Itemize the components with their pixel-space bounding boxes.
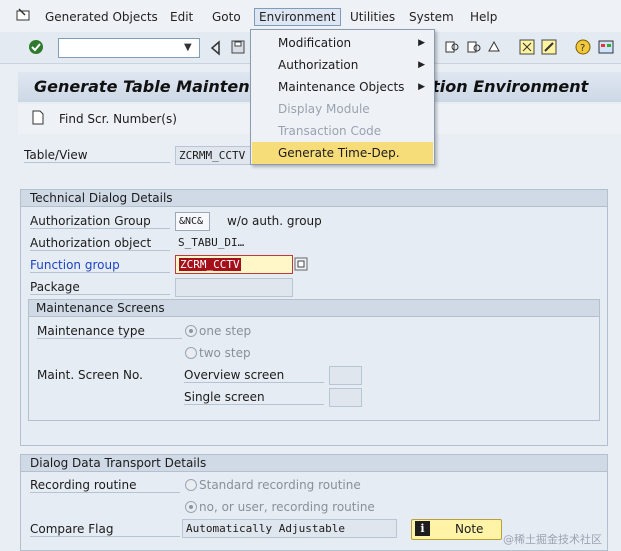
layout-icon[interactable] bbox=[598, 39, 614, 55]
menu-utilities[interactable]: Utilities bbox=[350, 10, 395, 24]
overview-screen-field bbox=[329, 366, 362, 385]
authorization-object-value: S_TABU_DI… bbox=[178, 236, 245, 249]
submenu-arrow-icon: ▶ bbox=[418, 60, 425, 70]
shortcut-icon[interactable] bbox=[519, 39, 535, 55]
table-view-label: Table/View bbox=[24, 148, 170, 163]
single-screen-field bbox=[329, 388, 362, 407]
menu-item-maintenance-objects-label: Maintenance Objects bbox=[278, 80, 405, 94]
menu-help[interactable]: Help bbox=[470, 10, 497, 24]
function-group-label[interactable]: Function group bbox=[30, 258, 170, 273]
menu-item-generate-time-dep-label: Generate Time-Dep. bbox=[278, 146, 400, 160]
chevron-down-icon[interactable]: ▼ bbox=[184, 42, 192, 53]
find-screen-number-button[interactable]: Find Scr. Number(s) bbox=[59, 112, 177, 126]
technical-dialog-header: Technical Dialog Details bbox=[21, 190, 607, 207]
authorization-object-label: Authorization object bbox=[30, 236, 170, 251]
standard-recording-label: Standard recording routine bbox=[199, 478, 361, 492]
menu-goto[interactable]: Goto bbox=[212, 10, 241, 24]
single-screen-label: Single screen bbox=[184, 390, 324, 405]
command-field[interactable] bbox=[58, 38, 200, 58]
save-icon[interactable] bbox=[230, 39, 246, 55]
find-next-icon[interactable] bbox=[466, 39, 482, 55]
menu-item-display-module-label: Display Module bbox=[278, 102, 370, 116]
two-step-label: two step bbox=[199, 346, 251, 360]
overview-screen-label: Overview screen bbox=[184, 368, 324, 383]
note-button-label[interactable]: Note bbox=[455, 522, 483, 536]
maintenance-type-label: Maintenance type bbox=[37, 324, 182, 339]
authorization-group-description: w/o auth. group bbox=[227, 214, 322, 228]
enter-icon[interactable] bbox=[28, 39, 44, 55]
back-icon[interactable] bbox=[208, 40, 224, 56]
package-label: Package bbox=[30, 280, 170, 295]
maintenance-screens-header: Maintenance Screens bbox=[29, 300, 599, 317]
menu-generated-objects[interactable]: Generated Objects bbox=[45, 10, 158, 24]
radio-one-step[interactable] bbox=[185, 325, 197, 337]
menu-item-transaction-code-label: Transaction Code bbox=[278, 124, 382, 138]
radio-standard-recording[interactable] bbox=[185, 479, 197, 491]
page-icon[interactable] bbox=[486, 39, 502, 55]
document-icon[interactable] bbox=[32, 110, 44, 125]
info-icon: i bbox=[415, 521, 430, 536]
maint-screen-no-label: Maint. Screen No. bbox=[37, 368, 143, 382]
menu-item-modification[interactable]: Modification ▶ bbox=[252, 32, 433, 54]
menu-edit[interactable]: Edit bbox=[170, 10, 193, 24]
watermark: @稀土掘金技术社区 bbox=[503, 533, 602, 546]
compare-flag-field: Automatically Adjustable bbox=[182, 519, 397, 538]
recording-routine-label: Recording routine bbox=[30, 478, 180, 493]
menu-item-display-module: Display Module bbox=[252, 98, 433, 120]
submenu-arrow-icon: ▶ bbox=[418, 82, 425, 92]
menu-item-maintenance-objects[interactable]: Maintenance Objects ▶ bbox=[252, 76, 433, 98]
menu-item-authorization[interactable]: Authorization ▶ bbox=[252, 54, 433, 76]
menu-environment[interactable]: Environment bbox=[254, 8, 341, 26]
help-icon[interactable]: ? bbox=[575, 39, 591, 55]
function-group-field[interactable]: ZCRM_CCTV bbox=[175, 255, 293, 274]
user-recording-label: no, or user, recording routine bbox=[199, 500, 375, 514]
radio-two-step[interactable] bbox=[185, 347, 197, 359]
radio-user-recording[interactable] bbox=[185, 501, 197, 513]
package-field bbox=[175, 278, 293, 297]
copy-icon[interactable] bbox=[294, 257, 308, 271]
transport-details-header: Dialog Data Transport Details bbox=[21, 455, 607, 472]
menu-item-modification-label: Modification bbox=[278, 36, 352, 50]
find-icon[interactable] bbox=[444, 39, 460, 55]
new-session-icon[interactable] bbox=[541, 39, 557, 55]
menu-system[interactable]: System bbox=[409, 10, 454, 24]
svg-text:?: ? bbox=[580, 43, 585, 54]
submenu-arrow-icon: ▶ bbox=[418, 38, 425, 48]
environment-menu: Modification ▶ Authorization ▶ Maintenan… bbox=[250, 29, 435, 165]
authorization-group-field[interactable]: &NC& bbox=[175, 212, 210, 231]
menu-item-transaction-code: Transaction Code bbox=[252, 120, 433, 142]
menu-item-generate-time-dep[interactable]: Generate Time-Dep. bbox=[252, 142, 433, 164]
authorization-group-label: Authorization Group bbox=[30, 214, 170, 229]
compare-flag-label: Compare Flag bbox=[30, 522, 180, 537]
one-step-label: one step bbox=[199, 324, 252, 338]
function-group-value: ZCRM_CCTV bbox=[179, 258, 241, 271]
menu-item-authorization-label: Authorization bbox=[278, 58, 359, 72]
table-view-field: ZCRMM_CCTV bbox=[175, 146, 255, 165]
system-menu-icon[interactable] bbox=[16, 8, 32, 22]
